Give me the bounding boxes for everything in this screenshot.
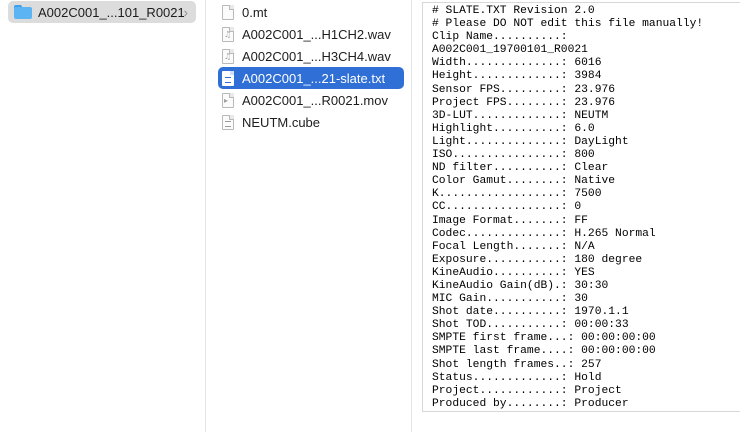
preview-line: Sensor FPS.........: 23.976 xyxy=(432,83,616,96)
preview-line: Width..............: 6016 xyxy=(432,57,602,70)
text-preview[interactable]: # SLATE.TXT Revision 2.0 # Please DO NOT… xyxy=(422,2,740,412)
file-item-label: A002C001_...21-slate.txt xyxy=(242,70,386,86)
preview-line: Focal Length.......: N/A xyxy=(432,240,595,253)
preview-line: Project............: Project xyxy=(432,384,622,397)
chevron-right-icon: › xyxy=(183,5,188,20)
file-item-label: A002C001_...R0021.mov xyxy=(242,92,388,108)
preview-line: Status.............: Hold xyxy=(432,371,602,384)
audio-file-icon: ♫ xyxy=(222,48,234,64)
file-item[interactable]: 0.mt xyxy=(218,1,404,23)
file-item-selected[interactable]: A002C001_...21-slate.txt xyxy=(218,67,404,89)
preview-line: # SLATE.TXT Revision 2.0 xyxy=(432,5,595,17)
preview-line: Codec..............: H.265 Normal xyxy=(432,227,656,240)
file-item[interactable]: ♫ A002C001_...H1CH2.wav xyxy=(218,23,404,45)
file-item-label: A002C001_...H3CH4.wav xyxy=(242,48,391,64)
preview-line: Image Format.......: FF xyxy=(432,214,588,227)
browser-column-2: 0.mt ♫ A002C001_...H1CH2.wav ♫ A002C001_… xyxy=(206,0,412,432)
preview-line: ISO................: 800 xyxy=(432,149,595,162)
preview-line: K..................: 7500 xyxy=(432,188,602,201)
file-item[interactable]: ▸ A002C001_...R0021.mov xyxy=(218,89,404,111)
folder-icon xyxy=(14,5,32,19)
preview-column: # SLATE.TXT Revision 2.0 # Please DO NOT… xyxy=(412,0,740,432)
preview-line: Exposure...........: 180 degree xyxy=(432,253,643,266)
text-file-icon xyxy=(222,70,234,86)
preview-line: # Please DO NOT edit this file manually! xyxy=(432,18,704,31)
preview-line: Height.............: 3984 xyxy=(432,70,602,83)
file-item[interactable]: ♫ A002C001_...H3CH4.wav xyxy=(218,45,404,67)
preview-line: Produced by........: Producer xyxy=(432,397,629,410)
preview-line: Shot TOD...........: 00:00:33 xyxy=(432,319,629,332)
preview-line: SMPTE last frame....: 00:00:00:00 xyxy=(432,345,656,358)
preview-line: MIC Gain...........: 30 xyxy=(432,293,588,306)
preview-line: Color Gamut........: Native xyxy=(432,175,616,188)
file-item-label: A002C001_...H1CH2.wav xyxy=(242,26,391,42)
preview-line: Light..............: DayLight xyxy=(432,135,629,148)
preview-line: ND filter..........: Clear xyxy=(432,162,609,175)
audio-file-icon: ♫ xyxy=(222,26,234,42)
preview-line: Highlight..........: 6.0 xyxy=(432,122,595,135)
browser-column-1: A002C001_...101_R0021 › xyxy=(0,0,206,432)
preview-line: 3D-LUT.............: NEUTM xyxy=(432,109,609,122)
folder-item-label: A002C001_...101_R0021 xyxy=(38,4,185,20)
file-item[interactable]: NEUTM.cube xyxy=(218,111,404,133)
preview-line: SMPTE first frame...: 00:00:00:00 xyxy=(432,332,656,345)
file-item-label: NEUTM.cube xyxy=(242,114,321,130)
preview-line: CC.................: 0 xyxy=(432,201,582,214)
preview-line: A002C001_19700101_R0021 xyxy=(432,44,588,57)
preview-line: Clip Name..........: xyxy=(432,31,568,44)
document-icon xyxy=(222,4,234,20)
preview-line: KineAudio Gain(dB).: 30:30 xyxy=(432,279,609,292)
text-file-icon xyxy=(222,114,234,130)
preview-line: Shot length frames..: 257 xyxy=(432,358,602,371)
folder-item[interactable]: A002C001_...101_R0021 › xyxy=(8,1,196,23)
file-item-label: 0.mt xyxy=(242,4,268,20)
preview-line: KineAudio..........: YES xyxy=(432,266,595,279)
video-file-icon: ▸ xyxy=(222,92,234,108)
preview-line: Project FPS........: 23.976 xyxy=(432,96,616,109)
preview-line: Shot date..........: 1970.1.1 xyxy=(432,306,629,319)
